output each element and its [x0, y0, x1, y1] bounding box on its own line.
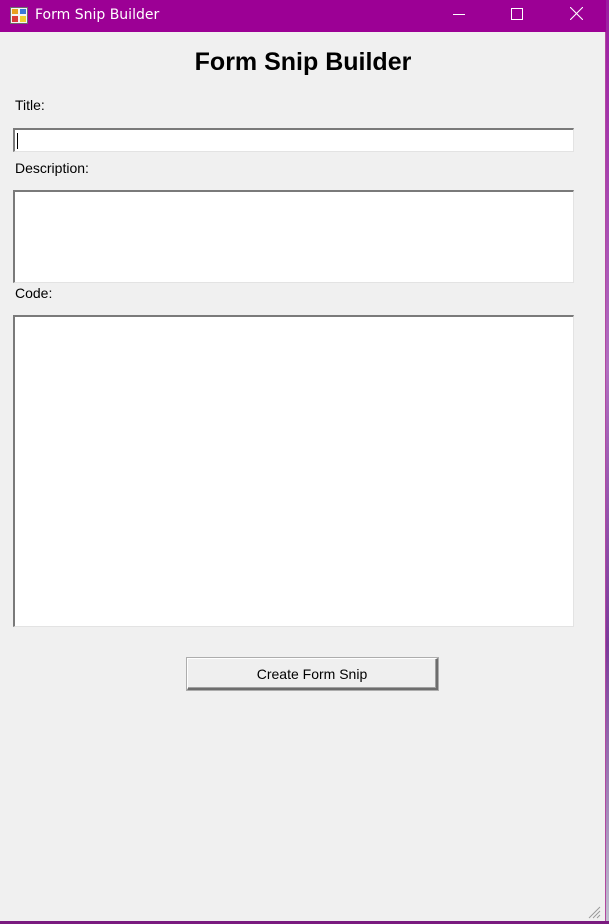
maximize-button[interactable] [488, 0, 546, 32]
resize-grip-icon[interactable] [585, 903, 601, 919]
close-button[interactable] [547, 0, 605, 32]
description-textarea[interactable] [13, 190, 574, 283]
close-icon [569, 6, 583, 25]
code-label: Code: [15, 285, 53, 301]
text-caret [17, 133, 18, 149]
create-form-snip-button[interactable]: Create Form Snip [187, 658, 438, 690]
minimize-button[interactable] [430, 0, 488, 32]
minimize-icon [453, 7, 465, 25]
window-title: Form Snip Builder [35, 7, 160, 23]
app-form-icon [10, 7, 28, 24]
title-bar[interactable]: Form Snip Builder [0, 0, 606, 32]
title-input[interactable] [13, 128, 574, 152]
form-heading: Form Snip Builder [194, 48, 412, 76]
title-label: Title: [15, 97, 45, 113]
description-label: Description: [15, 160, 89, 176]
main-window: Form Snip Builder Form Snip Builder Titl… [0, 0, 606, 921]
maximize-icon [511, 7, 523, 25]
code-textarea[interactable] [13, 315, 574, 627]
